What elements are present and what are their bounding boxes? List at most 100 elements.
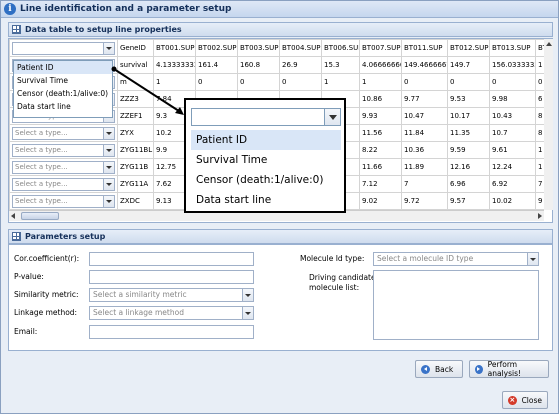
close-button[interactable]: × Close bbox=[502, 391, 548, 409]
line-type-select[interactable]: Select a type... bbox=[12, 177, 115, 191]
forward-arrow-icon bbox=[475, 364, 483, 374]
line-type-select[interactable]: Select a type... bbox=[12, 160, 115, 174]
pvalue-label: P-value: bbox=[14, 272, 44, 281]
chevron-down-icon[interactable] bbox=[103, 161, 114, 173]
table-cell: 10.02 bbox=[489, 192, 536, 210]
parameters-form: Cor.coefficient(r): P-value: Similarity … bbox=[8, 244, 553, 351]
title-bar: i Line identification and a parameter se… bbox=[1, 1, 558, 18]
table-panel-icon bbox=[12, 25, 21, 34]
table-cell: 12.24 bbox=[489, 158, 536, 176]
type-select-cell: Select a type... bbox=[9, 124, 118, 142]
dropdown-option-survival-time[interactable]: Survival Time bbox=[14, 74, 112, 87]
driving-candidate-label-line1: Driving candidate bbox=[309, 273, 376, 282]
table-cell: 26.9 bbox=[279, 56, 322, 74]
molecule-id-type-select[interactable]: Select a molecule ID type bbox=[373, 252, 539, 266]
params-panel-header[interactable]: Parameters setup bbox=[8, 229, 553, 244]
table-cell: 9.59 bbox=[447, 141, 490, 159]
type-select-cell: Select a type... bbox=[9, 175, 118, 193]
table-panel-header[interactable]: Data table to setup line properties bbox=[8, 22, 553, 37]
zoomed-option-list: Patient ID Survival Time Censor (death:1… bbox=[191, 130, 341, 210]
similarity-metric-select[interactable]: Select a similarity metric bbox=[89, 288, 254, 302]
chevron-down-icon[interactable] bbox=[103, 178, 114, 190]
email-input[interactable] bbox=[89, 325, 254, 339]
table-cell: 10.36 bbox=[401, 141, 448, 159]
table-cell: 11.66 bbox=[359, 158, 402, 176]
vertical-scrollbar[interactable] bbox=[544, 39, 553, 210]
table-cell: 156.0333333 bbox=[489, 56, 536, 74]
back-button-label: Back bbox=[435, 364, 454, 374]
line-type-placeholder: Select a type... bbox=[15, 179, 68, 188]
zoomed-option-survival-time[interactable]: Survival Time bbox=[191, 150, 341, 170]
cor-coefficient-input[interactable] bbox=[89, 252, 254, 266]
table-cell: 4.133333333 bbox=[153, 56, 196, 74]
table-cell: 9.93 bbox=[359, 107, 402, 125]
zoomed-type-select[interactable] bbox=[191, 108, 341, 126]
dropdown-option-patient-id[interactable]: Patient ID bbox=[14, 61, 112, 74]
table-cell: 0 bbox=[237, 73, 280, 91]
column-header: BT003.SUP bbox=[237, 39, 280, 57]
column-header: BT004.SUP bbox=[279, 39, 322, 57]
molecule-chevron-down-icon[interactable] bbox=[527, 253, 538, 265]
linkage-chevron-down-icon[interactable] bbox=[242, 307, 253, 319]
dropdown-option-data-start-line[interactable]: Data start line bbox=[14, 100, 112, 113]
column-header: GeneID bbox=[117, 39, 154, 57]
driving-candidate-textarea[interactable] bbox=[373, 270, 539, 340]
molecule-id-type-placeholder: Select a molecule ID type bbox=[377, 254, 474, 263]
back-button[interactable]: Back bbox=[415, 360, 463, 378]
scroll-left-icon[interactable] bbox=[11, 213, 15, 219]
table-cell: ZYG11BL bbox=[117, 141, 154, 159]
line-type-select[interactable]: Select a type... bbox=[12, 194, 115, 208]
type-select-cell: Select a type... bbox=[9, 141, 118, 159]
scroll-right-icon[interactable] bbox=[538, 213, 542, 219]
table-panel-title: Data table to setup line properties bbox=[25, 25, 182, 34]
close-button-label: Close bbox=[521, 395, 542, 405]
scroll-up-icon[interactable] bbox=[546, 42, 552, 46]
linkage-method-placeholder: Select a linkage method bbox=[93, 308, 184, 317]
similarity-metric-placeholder: Select a similarity metric bbox=[93, 290, 187, 299]
perform-analysis-label: Perform analysis! bbox=[487, 360, 522, 378]
column-header: BT007.SUP bbox=[359, 39, 402, 57]
table-cell: 11.56 bbox=[359, 124, 402, 142]
similarity-metric-label: Similarity metric: bbox=[14, 290, 79, 299]
zoomed-option-censor[interactable]: Censor (death:1/alive:0) bbox=[191, 170, 341, 190]
table-cell: ZYG11B bbox=[117, 158, 154, 176]
window-title: Line identification and a parameter setu… bbox=[20, 4, 232, 14]
table-cell: 160.8 bbox=[237, 56, 280, 74]
perform-analysis-button[interactable]: Perform analysis! bbox=[469, 360, 549, 378]
similarity-chevron-down-icon[interactable] bbox=[242, 289, 253, 301]
table-cell: 149.4666667 bbox=[401, 56, 448, 74]
line-type-select[interactable]: Select a type... bbox=[12, 126, 115, 140]
table-cell: 9.02 bbox=[359, 192, 402, 210]
chevron-down-icon[interactable] bbox=[103, 42, 114, 54]
table-cell: m bbox=[117, 73, 154, 91]
table-cell: 11.89 bbox=[401, 158, 448, 176]
linkage-method-select[interactable]: Select a linkage method bbox=[89, 306, 254, 320]
zoomed-option-data-start-line[interactable]: Data start line bbox=[191, 190, 341, 210]
type-select-cell bbox=[9, 39, 118, 57]
table-cell: 11.35 bbox=[447, 124, 490, 142]
driving-candidate-label-line2: molecule list: bbox=[309, 283, 360, 292]
table-cell: 0 bbox=[447, 73, 490, 91]
cor-coefficient-label: Cor.coefficient(r): bbox=[14, 254, 80, 263]
zoomed-chevron-down-icon[interactable] bbox=[324, 109, 340, 125]
line-type-placeholder: Select a type... bbox=[15, 162, 68, 171]
chevron-down-icon[interactable] bbox=[103, 127, 114, 139]
line-type-placeholder: Select a type... bbox=[15, 196, 68, 205]
chevron-down-icon[interactable] bbox=[103, 144, 114, 156]
pvalue-input[interactable] bbox=[89, 270, 254, 284]
line-type-select[interactable]: Select a type... bbox=[12, 143, 115, 157]
scroll-thumb[interactable] bbox=[21, 212, 59, 220]
table-cell: ZZZ3 bbox=[117, 90, 154, 108]
dropdown-option-censor[interactable]: Censor (death:1/alive:0) bbox=[14, 87, 112, 100]
table-cell: 4.066666667 bbox=[359, 56, 402, 74]
table-cell: 10.17 bbox=[447, 107, 490, 125]
table-cell: 7 bbox=[401, 175, 448, 193]
table-cell: 9.57 bbox=[447, 192, 490, 210]
line-type-placeholder: Select a type... bbox=[15, 128, 68, 137]
dialog-window: i Line identification and a parameter se… bbox=[0, 0, 559, 414]
chevron-down-icon[interactable] bbox=[103, 195, 114, 207]
zoomed-option-patient-id[interactable]: Patient ID bbox=[191, 130, 341, 150]
column-header: BT006.SUP bbox=[321, 39, 360, 57]
table-cell: 10.43 bbox=[489, 107, 536, 125]
line-type-select[interactable] bbox=[12, 41, 115, 55]
